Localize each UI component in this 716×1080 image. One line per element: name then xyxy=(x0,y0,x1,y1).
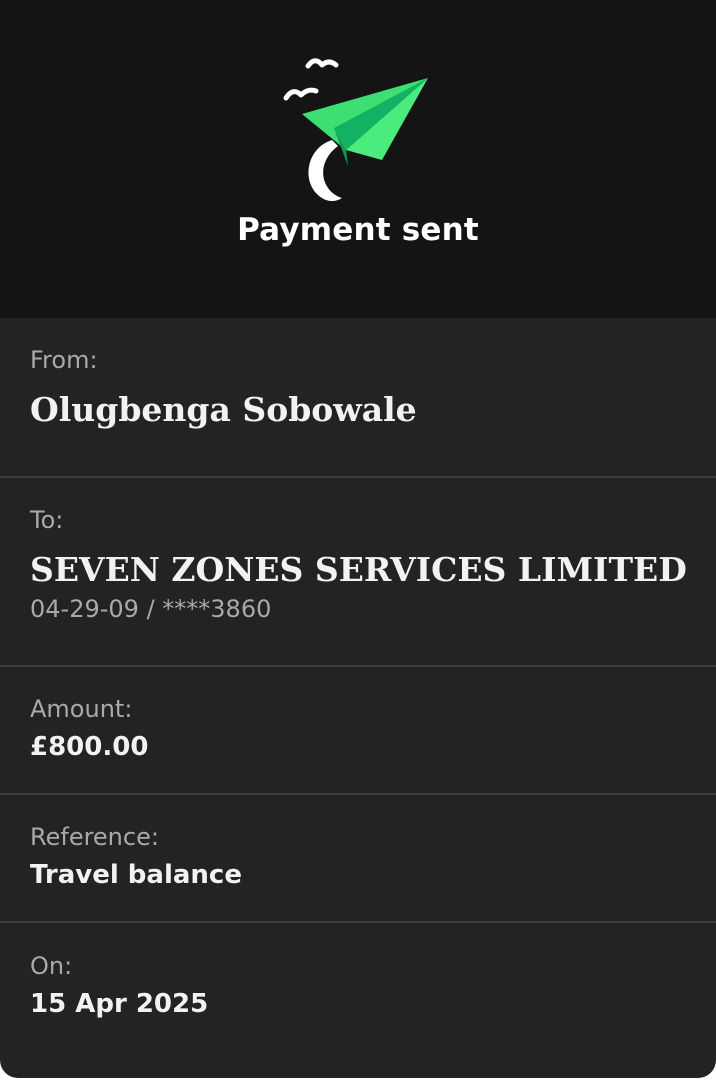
payment-header: Payment sent xyxy=(0,0,716,318)
amount-label: Amount: xyxy=(30,695,133,723)
amount-section: Amount: £800.00 xyxy=(0,666,716,795)
sender-name: Olugbenga Sobowale xyxy=(30,390,417,429)
page-title: Payment sent xyxy=(237,212,479,248)
amount-value: £800.00 xyxy=(30,732,149,762)
date-value: 15 Apr 2025 xyxy=(30,989,209,1019)
reference-section: Reference: Travel balance xyxy=(0,794,716,923)
recipient-account: 04-29-09 / ****3860 xyxy=(30,595,272,623)
date-section: On: 15 Apr 2025 xyxy=(0,922,716,1052)
reference-label: Reference: xyxy=(30,823,159,851)
to-label: To: xyxy=(30,506,64,534)
date-label: On: xyxy=(30,952,73,980)
recipient-name: SEVEN ZONES SERVICES LIMITED xyxy=(30,550,687,589)
to-section: To: SEVEN ZONES SERVICES LIMITED 04-29-0… xyxy=(0,477,716,667)
from-label: From: xyxy=(30,346,98,374)
payment-confirmation-screen: Payment sent From: Olugbenga Sobowale To… xyxy=(0,0,716,1080)
payment-details-card: From: Olugbenga Sobowale To: SEVEN ZONES… xyxy=(0,318,716,1078)
reference-value: Travel balance xyxy=(30,860,242,890)
from-section: From: Olugbenga Sobowale xyxy=(0,318,716,478)
paper-plane-icon xyxy=(278,52,438,208)
